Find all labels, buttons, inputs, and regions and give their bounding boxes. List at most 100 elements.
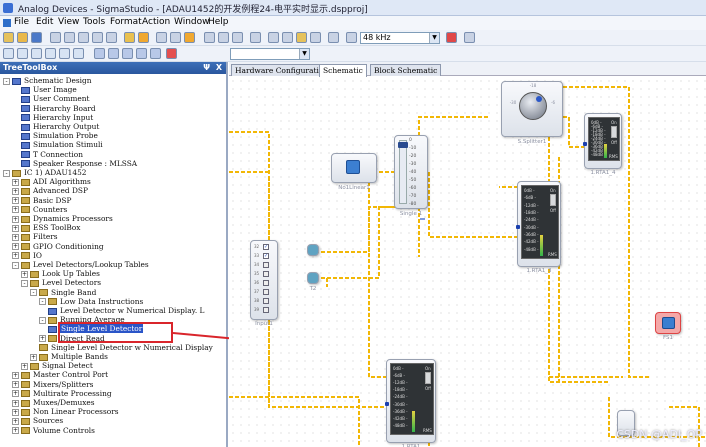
network-icon[interactable] <box>328 32 339 43</box>
settings-icon[interactable] <box>446 32 457 43</box>
select-icon[interactable] <box>3 48 14 59</box>
doc-icon <box>3 19 11 27</box>
collapse-icon[interactable]: - <box>21 279 28 287</box>
on-off-switch[interactable] <box>425 372 431 384</box>
node-icon[interactable] <box>45 48 56 59</box>
sample-rate-select[interactable]: 48 kHz ▼ <box>360 32 440 44</box>
probe3-icon[interactable] <box>296 32 307 43</box>
redo-icon[interactable] <box>106 32 117 43</box>
expand-icon[interactable]: + <box>12 233 19 241</box>
expand-icon[interactable]: + <box>12 252 19 260</box>
expand-icon[interactable]: + <box>12 381 19 389</box>
collapse-icon[interactable]: - <box>3 169 10 177</box>
new-icon[interactable] <box>3 32 14 43</box>
menu-view[interactable]: View <box>58 17 79 27</box>
expand-icon[interactable]: + <box>21 270 28 278</box>
menu-edit[interactable]: Edit <box>36 17 53 27</box>
pin-icon[interactable]: Ψ <box>203 62 210 74</box>
zoom-select[interactable]: ▼ <box>230 48 310 60</box>
expand-icon[interactable]: + <box>12 224 19 232</box>
zoom-icon[interactable] <box>94 48 105 59</box>
level-detector-block[interactable]: 0dB - -6dB - -12dB - -18dB - -24dB - -30dB --… <box>583 113 622 169</box>
folder-icon <box>30 270 39 278</box>
expand-icon[interactable]: + <box>12 417 19 425</box>
expand-icon[interactable]: + <box>12 408 19 416</box>
menu-format[interactable]: Format <box>110 17 142 27</box>
paste-icon[interactable] <box>78 32 89 43</box>
undo-icon[interactable] <box>92 32 103 43</box>
input-pin[interactable] <box>516 225 520 229</box>
page-icon[interactable] <box>150 48 161 59</box>
collapse-icon[interactable]: - <box>3 77 10 85</box>
meter-tick: 0dB - <box>393 366 404 371</box>
input-pin[interactable] <box>583 142 587 146</box>
level-detector-block[interactable]: 0dB - -6dB - -12dB - -18dB - -24dB - -30dB --… <box>516 181 561 267</box>
fit-icon[interactable] <box>136 48 147 59</box>
folder-icon <box>39 289 48 297</box>
expand-icon[interactable]: + <box>21 362 28 370</box>
menu-window[interactable]: Window <box>174 17 210 27</box>
wire-icon[interactable] <box>17 48 28 59</box>
bus-icon[interactable] <box>31 48 42 59</box>
tab-block-schematic[interactable]: Block Schematic <box>370 64 442 76</box>
arrow-icon[interactable] <box>73 48 84 59</box>
menu-action[interactable]: Action <box>142 17 170 27</box>
expand-icon[interactable]: + <box>12 390 19 398</box>
zoom-out-icon[interactable] <box>122 48 133 59</box>
add-icon[interactable] <box>166 48 177 59</box>
fs-block[interactable] <box>655 312 681 334</box>
tab-schematic[interactable]: Schematic <box>319 64 367 77</box>
menu-file[interactable]: File <box>14 17 29 27</box>
input-pin[interactable] <box>385 402 389 406</box>
tab-hardware-configuration[interactable]: Hardware Configuration <box>231 64 333 76</box>
expand-icon[interactable]: + <box>30 353 37 361</box>
layout-icon[interactable] <box>218 32 229 43</box>
tree-item-label: IC 1) ADAU1452 <box>24 168 87 177</box>
level-detector-block[interactable]: 0dB - -6dB - -12dB - -18dB - -24dB - -30dB --… <box>385 359 436 443</box>
grid-icon[interactable] <box>204 32 215 43</box>
probe2-icon[interactable] <box>282 32 293 43</box>
align-left-icon[interactable] <box>156 32 167 43</box>
menu-help[interactable]: Help <box>208 17 229 27</box>
collapse-icon[interactable]: - <box>30 289 37 297</box>
rms-label: RMS <box>423 428 432 433</box>
collapse-icon[interactable]: - <box>12 261 19 269</box>
scope-icon[interactable] <box>310 32 321 43</box>
align-right-icon[interactable] <box>184 32 195 43</box>
folder-icon <box>21 151 30 159</box>
route-icon[interactable] <box>250 32 261 43</box>
menu-tools[interactable]: Tools <box>83 17 105 27</box>
zoom-in-icon[interactable] <box>108 48 119 59</box>
collapse-icon[interactable]: - <box>39 316 46 324</box>
save-icon[interactable] <box>31 32 42 43</box>
expand-icon[interactable]: + <box>39 335 46 343</box>
expand-icon[interactable]: + <box>12 215 19 223</box>
align-center-icon[interactable] <box>170 32 181 43</box>
link-compile-icon[interactable] <box>124 32 135 43</box>
expand-icon[interactable]: + <box>12 187 19 195</box>
text-icon[interactable] <box>59 48 70 59</box>
on-off-switch[interactable] <box>611 126 617 138</box>
folder-icon <box>48 307 57 315</box>
expand-icon[interactable]: + <box>12 399 19 407</box>
expand-icon[interactable]: + <box>12 197 19 205</box>
open-icon[interactable] <box>17 32 28 43</box>
expand-icon[interactable]: + <box>12 206 19 214</box>
copy-icon[interactable] <box>64 32 75 43</box>
close-icon[interactable]: X <box>216 62 222 74</box>
layout2-icon[interactable] <box>232 32 243 43</box>
expand-icon[interactable]: + <box>12 178 19 186</box>
expand-icon[interactable]: + <box>12 243 19 251</box>
tree-view[interactable]: - Schematic Design User Image User Comment H… <box>0 76 226 447</box>
expand-icon[interactable]: + <box>12 427 19 435</box>
on-off-switch[interactable] <box>550 194 556 206</box>
level-meter-display: 0dB - -6dB - -12dB - -18dB - -24dB - -30dB --… <box>588 117 620 161</box>
collapse-icon[interactable]: - <box>39 298 46 306</box>
download-icon[interactable] <box>138 32 149 43</box>
tools-icon[interactable] <box>464 32 475 43</box>
tree-item[interactable]: + Volume Controls <box>12 426 95 436</box>
probe-icon[interactable] <box>268 32 279 43</box>
cut-icon[interactable] <box>50 32 61 43</box>
expand-icon[interactable]: + <box>12 371 19 379</box>
schematic-canvas[interactable]: 32 ✓ 33 ✓ 34 35 36 37 38 39 Input1 T2 No1Linear1 … <box>229 77 706 447</box>
